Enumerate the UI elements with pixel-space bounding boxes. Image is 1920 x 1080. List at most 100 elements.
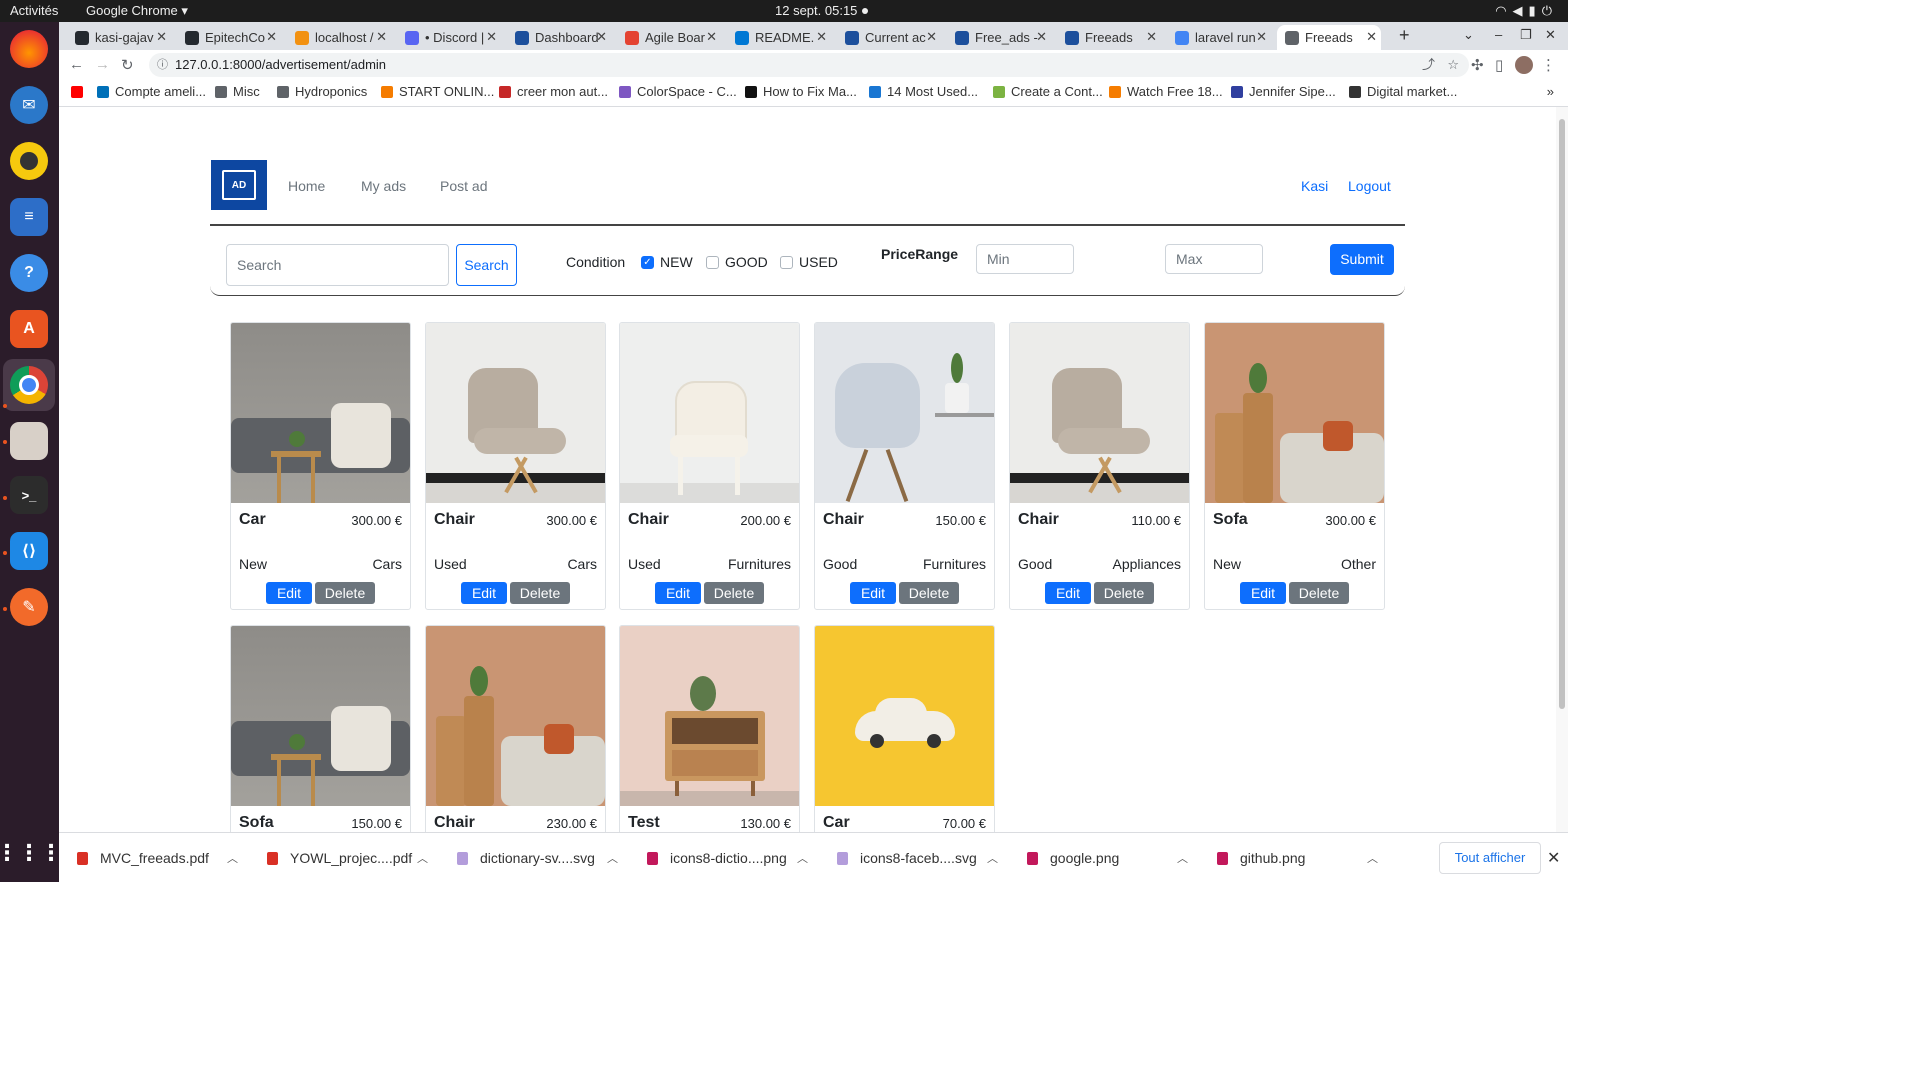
tab-10[interactable]: laravel run ✕: [1167, 25, 1271, 50]
tab-close-icon[interactable]: ✕: [926, 29, 937, 45]
postman-icon[interactable]: ✎: [10, 588, 48, 626]
show-all-downloads-button[interactable]: Tout afficher: [1439, 842, 1541, 874]
menu-icon[interactable]: ⋮: [1541, 56, 1556, 74]
system-tray[interactable]: ◠◀▮⏻: [1495, 3, 1558, 19]
search-button[interactable]: Search: [456, 244, 517, 286]
download-item[interactable]: MVC_freeads.pdf ︿: [77, 850, 257, 866]
side-panel-icon[interactable]: ▯: [1495, 56, 1503, 74]
page-scrollbar[interactable]: [1556, 107, 1568, 832]
terminal-icon[interactable]: >_: [10, 476, 48, 514]
ad-image[interactable]: [426, 323, 605, 503]
tab-3[interactable]: • Discord | ✕: [397, 25, 501, 50]
bookmark-8[interactable]: 14 Most Used...: [869, 84, 978, 99]
app-menu[interactable]: Google Chrome ▾: [86, 3, 188, 19]
download-item[interactable]: YOWL_projec....pdf ︿: [267, 850, 447, 866]
tab-close-icon[interactable]: ✕: [1146, 29, 1157, 45]
ad-image[interactable]: [1010, 323, 1189, 503]
site-logo[interactable]: AD: [211, 160, 267, 210]
download-item[interactable]: google.png ︿: [1027, 850, 1207, 866]
tab-8[interactable]: Free_ads - ✕: [947, 25, 1051, 50]
profile-avatar[interactable]: [1515, 56, 1533, 74]
ad-image[interactable]: [815, 626, 994, 806]
tab-close-icon[interactable]: ✕: [1256, 29, 1267, 45]
nav-logout[interactable]: Logout: [1348, 178, 1391, 194]
chevron-up-icon[interactable]: ︿: [227, 850, 238, 866]
ad-image[interactable]: [620, 323, 799, 503]
tab-1[interactable]: EpitechCo ✕: [177, 25, 281, 50]
delete-button[interactable]: Delete: [315, 582, 375, 604]
delete-button[interactable]: Delete: [1289, 582, 1349, 604]
back-icon[interactable]: ←: [69, 56, 84, 73]
nav-post-ad[interactable]: Post ad: [440, 178, 487, 194]
nav-user[interactable]: Kasi: [1301, 178, 1328, 194]
bookmark-4[interactable]: START ONLIN...: [381, 84, 494, 99]
edit-button[interactable]: Edit: [461, 582, 507, 604]
bookmark-1[interactable]: Compte ameli...: [97, 84, 206, 99]
maximize-icon[interactable]: ❐: [1520, 27, 1532, 43]
writer-icon[interactable]: ≡: [10, 198, 48, 236]
tab-6[interactable]: README. ✕: [727, 25, 831, 50]
nav-my-ads[interactable]: My ads: [361, 178, 406, 194]
ad-image[interactable]: [815, 323, 994, 503]
tab-11[interactable]: Freeads ✕: [1277, 25, 1381, 50]
chevron-up-icon[interactable]: ︿: [607, 850, 618, 866]
new-tab-icon[interactable]: +: [1399, 25, 1410, 46]
reload-icon[interactable]: ↻: [121, 56, 134, 74]
edit-button[interactable]: Edit: [1045, 582, 1091, 604]
close-window-icon[interactable]: ✕: [1545, 27, 1556, 43]
bookmark-6[interactable]: ColorSpace - C...: [619, 84, 737, 99]
ad-image[interactable]: [1205, 323, 1384, 503]
ad-image[interactable]: [426, 626, 605, 806]
software-store-icon[interactable]: A: [10, 310, 48, 348]
tab-close-icon[interactable]: ✕: [706, 29, 717, 45]
bookmark-11[interactable]: Jennifer Sipe...: [1231, 84, 1336, 99]
close-shelf-icon[interactable]: ✕: [1547, 848, 1560, 868]
condition-new-checkbox[interactable]: ✓: [641, 256, 654, 269]
thunderbird-icon[interactable]: ✉: [10, 86, 48, 124]
bookmark-10[interactable]: Watch Free 18...: [1109, 84, 1223, 99]
bookmark-2[interactable]: Misc: [215, 84, 260, 99]
tab-close-icon[interactable]: ✕: [156, 29, 167, 45]
bookmark-3[interactable]: Hydroponics: [277, 84, 367, 99]
bookmark-0[interactable]: [71, 84, 89, 99]
help-icon[interactable]: ?: [10, 254, 48, 292]
ad-image[interactable]: [620, 626, 799, 806]
delete-button[interactable]: Delete: [704, 582, 764, 604]
download-item[interactable]: dictionary-sv....svg ︿: [457, 850, 637, 866]
download-item[interactable]: icons8-faceb....svg ︿: [837, 850, 1017, 866]
tab-2[interactable]: localhost / ✕: [287, 25, 391, 50]
nav-home[interactable]: Home: [288, 178, 325, 194]
tab-4[interactable]: Dashboard ✕: [507, 25, 611, 50]
delete-button[interactable]: Delete: [1094, 582, 1154, 604]
tab-close-icon[interactable]: ✕: [816, 29, 827, 45]
scrollbar-thumb[interactable]: [1559, 119, 1565, 709]
edit-button[interactable]: Edit: [850, 582, 896, 604]
bookmark-12[interactable]: Digital market...: [1349, 84, 1457, 99]
delete-button[interactable]: Delete: [510, 582, 570, 604]
chevron-down-icon[interactable]: ⌄: [1463, 27, 1474, 43]
tab-close-icon[interactable]: ✕: [1366, 29, 1377, 45]
condition-used-checkbox[interactable]: [780, 256, 793, 269]
rhythmbox-icon[interactable]: [10, 142, 48, 180]
chevron-up-icon[interactable]: ︿: [797, 850, 808, 866]
bookmark-9[interactable]: Create a Cont...: [993, 84, 1103, 99]
delete-button[interactable]: Delete: [899, 582, 959, 604]
extensions-icon[interactable]: ✣: [1471, 56, 1484, 74]
submit-button[interactable]: Submit: [1330, 244, 1394, 275]
edit-button[interactable]: Edit: [266, 582, 312, 604]
ad-image[interactable]: [231, 626, 410, 806]
app-grid-icon[interactable]: ⋮⋮⋮: [0, 834, 62, 872]
tab-close-icon[interactable]: ✕: [376, 29, 387, 45]
min-price-input[interactable]: Min: [976, 244, 1074, 274]
ad-image[interactable]: [231, 323, 410, 503]
address-bar[interactable]: ⓘ 127.0.0.1:8000/advertisement/admin ⤴ ☆: [149, 53, 1469, 77]
tab-close-icon[interactable]: ✕: [486, 29, 497, 45]
tab-7[interactable]: Current ac ✕: [837, 25, 941, 50]
tab-close-icon[interactable]: ✕: [266, 29, 277, 45]
bookmark-7[interactable]: How to Fix Ma...: [745, 84, 857, 99]
search-input[interactable]: Search: [226, 244, 449, 286]
chevron-up-icon[interactable]: ︿: [1177, 850, 1188, 866]
tab-0[interactable]: kasi-gajav ✕: [67, 25, 171, 50]
edit-button[interactable]: Edit: [655, 582, 701, 604]
max-price-input[interactable]: Max: [1165, 244, 1263, 274]
